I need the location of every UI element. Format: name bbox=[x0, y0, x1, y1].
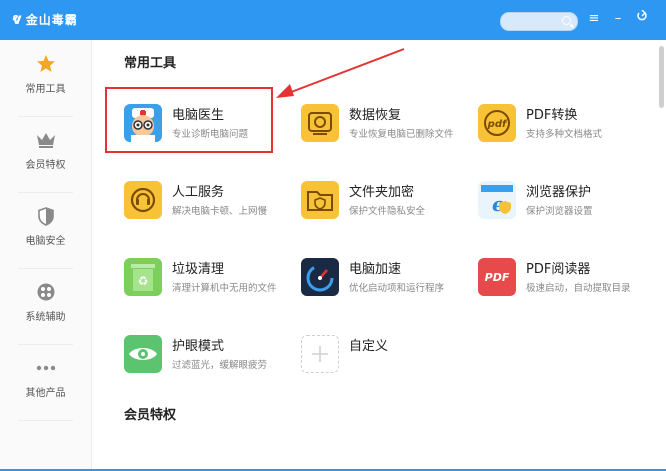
recycle-bin-icon: ♻ bbox=[124, 258, 162, 296]
tool-custom[interactable]: 自定义 bbox=[301, 333, 461, 383]
tool-junk-clean[interactable]: ♻ 垃圾清理 清理计算机中无用的文件 bbox=[124, 256, 284, 306]
tool-name: 自定义 bbox=[349, 339, 389, 354]
tool-desc: 过滤蓝光，缓解眼疲劳 bbox=[172, 360, 268, 371]
more-dots-icon bbox=[0, 358, 91, 378]
tool-desc: 优化启动项和运行程序 bbox=[349, 283, 445, 294]
settings-circle-icon bbox=[0, 282, 91, 302]
tool-desc: 保护文件隐私安全 bbox=[349, 206, 426, 217]
search-icon[interactable] bbox=[562, 16, 571, 25]
search-input[interactable] bbox=[500, 12, 578, 31]
tool-human-service[interactable]: 人工服务 解决电脑卡顿、上网慢 bbox=[124, 179, 284, 229]
section-title-vip: 会员特权 bbox=[124, 408, 177, 423]
tool-desc: 支持多种文档格式 bbox=[526, 129, 603, 140]
title-bar: ⱴ 金山毒霸 ≡ – bbox=[0, 0, 666, 40]
tool-name: PDF转换 bbox=[526, 108, 578, 123]
pdf-convert-icon: pdf bbox=[478, 104, 516, 142]
eye-icon bbox=[124, 335, 162, 373]
tool-desc: 极速启动，自动提取目录 bbox=[526, 283, 631, 294]
star-icon bbox=[0, 54, 91, 74]
sidebar-item-common-tools[interactable]: 常用工具 bbox=[0, 40, 91, 116]
pdf-reader-icon: PDF bbox=[478, 258, 516, 296]
tool-name: 人工服务 bbox=[172, 185, 225, 200]
menu-icon[interactable]: ≡ bbox=[584, 9, 604, 29]
logo-icon: ⱴ bbox=[12, 10, 22, 28]
tool-pc-speedup[interactable]: 电脑加速 优化启动项和运行程序 bbox=[301, 256, 461, 306]
pdf-icon-text: pdf bbox=[487, 119, 508, 130]
browser-shield-icon: e bbox=[478, 181, 516, 219]
sidebar-item-label: 系统辅助 bbox=[25, 312, 66, 323]
tool-data-recovery[interactable]: 数据恢复 专业恢复电脑已删除文件 bbox=[301, 102, 461, 152]
sidebar-item-vip[interactable]: 会员特权 bbox=[0, 116, 91, 192]
highlight-box bbox=[105, 87, 273, 153]
svg-text:♻: ♻ bbox=[138, 274, 149, 288]
sidebar-item-label: 会员特权 bbox=[25, 160, 66, 171]
sidebar-item-label: 其他产品 bbox=[25, 388, 66, 399]
sidebar-item-label: 电脑安全 bbox=[25, 236, 66, 247]
tool-desc: 保护浏览器设置 bbox=[526, 206, 593, 217]
sidebar-item-system[interactable]: 系统辅助 bbox=[0, 268, 91, 344]
headset-icon bbox=[124, 181, 162, 219]
add-icon bbox=[301, 335, 339, 373]
tool-desc: 清理计算机中无用的文件 bbox=[172, 283, 277, 294]
section-title-common-tools: 常用工具 bbox=[124, 56, 177, 71]
speedometer-icon bbox=[301, 258, 339, 296]
shield-icon bbox=[0, 206, 91, 226]
scrollbar[interactable] bbox=[652, 40, 666, 471]
tool-browser-protect[interactable]: e 浏览器保护 保护浏览器设置 bbox=[478, 179, 638, 229]
sidebar-item-label: 常用工具 bbox=[25, 84, 66, 95]
crown-icon bbox=[0, 130, 91, 150]
tool-name: 电脑加速 bbox=[349, 262, 402, 277]
sidebar-item-security[interactable]: 电脑安全 bbox=[0, 192, 91, 268]
pdf-reader-icon-text: PDF bbox=[485, 271, 510, 284]
tool-pdf-reader[interactable]: PDF PDF阅读器 极速启动，自动提取目录 bbox=[478, 256, 638, 306]
data-recovery-icon bbox=[301, 104, 339, 142]
app-logo: ⱴ 金山毒霸 bbox=[12, 10, 78, 28]
tool-folder-encrypt[interactable]: 文件夹加密 保护文件隐私安全 bbox=[301, 179, 461, 229]
sidebar-item-other[interactable]: 其他产品 bbox=[0, 344, 91, 420]
minimize-icon[interactable]: – bbox=[608, 9, 628, 29]
folder-lock-icon bbox=[301, 181, 339, 219]
tool-desc: 解决电脑卡顿、上网慢 bbox=[172, 206, 268, 217]
app-title: 金山毒霸 bbox=[25, 12, 78, 27]
divider bbox=[18, 420, 73, 421]
restore-icon[interactable] bbox=[632, 9, 652, 29]
main-content: 常用工具 电脑医生 专业诊断电脑问题 数据恢复 专业恢复电脑已删除文件 pdf … bbox=[92, 40, 652, 471]
tool-name: 护眼模式 bbox=[172, 339, 225, 354]
tool-name: 垃圾清理 bbox=[172, 262, 225, 277]
annotation-arrow bbox=[276, 48, 405, 98]
tool-name: 数据恢复 bbox=[349, 108, 402, 123]
tool-pdf-convert[interactable]: pdf PDF转换 支持多种文档格式 bbox=[478, 102, 638, 152]
tool-name: 文件夹加密 bbox=[349, 185, 415, 200]
tool-eye-care[interactable]: 护眼模式 过滤蓝光，缓解眼疲劳 bbox=[124, 333, 284, 383]
tool-name: PDF阅读器 bbox=[526, 262, 591, 277]
sidebar: 常用工具 会员特权 电脑安全 系统辅助 其他产品 bbox=[0, 40, 92, 471]
tool-desc: 专业恢复电脑已删除文件 bbox=[349, 129, 454, 140]
tool-name: 浏览器保护 bbox=[526, 185, 592, 200]
scrollbar-thumb[interactable] bbox=[659, 46, 664, 108]
